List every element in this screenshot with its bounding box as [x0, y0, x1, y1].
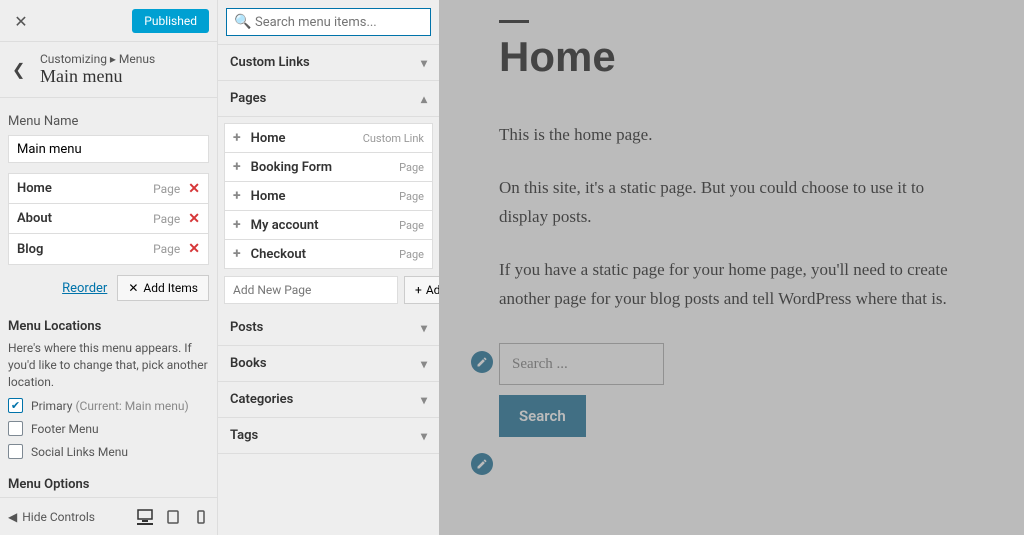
page-title: Main menu [40, 66, 205, 87]
accordion-label: Posts [230, 320, 263, 335]
accordion-label: Categories [230, 392, 293, 407]
page-item-type: Custom Link [363, 132, 424, 145]
hide-controls-button[interactable]: ◀ Hide Controls [8, 510, 95, 524]
remove-icon[interactable]: ✕ [188, 241, 200, 257]
hide-controls-label: Hide Controls [22, 510, 95, 524]
reorder-link[interactable]: Reorder [62, 281, 107, 296]
menu-item-type: Page [153, 242, 180, 256]
chevron-down-icon: ▾ [421, 429, 427, 443]
page-item-type: Page [399, 190, 424, 203]
remove-icon[interactable]: ✕ [188, 211, 200, 227]
close-icon: ✕ [128, 281, 138, 295]
plus-icon: + [233, 130, 241, 146]
page-item-type: Page [399, 248, 424, 261]
back-chevron-icon[interactable]: ❮ [12, 60, 40, 79]
page-item-label: Home [251, 131, 363, 146]
search-icon: 🔍 [234, 14, 251, 30]
plus-icon: + [233, 246, 241, 262]
breadcrumb: Customizing ▸ Menus [40, 52, 205, 66]
accordion-books[interactable]: Books ▾ [218, 346, 439, 382]
location-note: (Current: Main menu) [75, 399, 188, 413]
page-item-label: Checkout [251, 247, 399, 262]
location-label: Social Links Menu [31, 445, 128, 459]
checkbox-icon[interactable] [8, 444, 23, 459]
page-item-label: Home [251, 189, 399, 204]
menu-item[interactable]: About Page ✕ [9, 204, 208, 234]
page-item[interactable]: + HomePage [224, 181, 433, 211]
menu-item-label: About [17, 211, 153, 226]
chevron-down-icon: ▾ [421, 321, 427, 335]
chevron-down-icon: ▾ [421, 357, 427, 371]
add-items-label: Add Items [143, 281, 198, 295]
menu-item-type: Page [153, 212, 180, 226]
checkbox-icon[interactable]: ✔ [8, 398, 23, 413]
page-item[interactable]: + CheckoutPage [224, 239, 433, 269]
accordion-tags[interactable]: Tags ▾ [218, 418, 439, 454]
location-option-social[interactable]: Social Links Menu [8, 444, 209, 459]
menu-locations-heading: Menu Locations [8, 319, 209, 334]
search-input[interactable] [226, 8, 431, 36]
desktop-icon[interactable] [137, 509, 153, 525]
page-item[interactable]: + My accountPage [224, 210, 433, 240]
page-item[interactable]: + HomeCustom Link [224, 123, 433, 153]
site-preview: Home This is the home page. On this site… [439, 0, 1024, 535]
preview-overlay [439, 0, 1024, 535]
location-option-footer[interactable]: Footer Menu [8, 421, 209, 436]
accordion-label: Pages [230, 91, 266, 106]
menu-item-type: Page [153, 182, 180, 196]
accordion-posts[interactable]: Posts ▾ [218, 310, 439, 346]
plus-icon: + [415, 283, 422, 297]
collapse-icon: ◀ [8, 510, 17, 524]
accordion-label: Tags [230, 428, 258, 443]
checkbox-icon[interactable] [8, 421, 23, 436]
accordion-custom-links[interactable]: Custom Links ▾ [218, 45, 439, 81]
remove-icon[interactable]: ✕ [188, 181, 200, 197]
accordion-label: Books [230, 356, 267, 371]
page-item[interactable]: + Booking FormPage [224, 152, 433, 182]
menu-options-heading: Menu Options [8, 477, 209, 492]
tablet-icon[interactable] [165, 509, 181, 525]
menu-locations-desc: Here's where this menu appears. If you'd… [8, 340, 209, 390]
published-button[interactable]: Published [132, 9, 209, 33]
menu-item-label: Home [17, 181, 153, 196]
plus-icon: + [233, 159, 241, 175]
accordion-label: Custom Links [230, 55, 310, 70]
location-label: Footer Menu [31, 422, 99, 436]
menu-item-label: Blog [17, 242, 153, 257]
menu-item[interactable]: Blog Page ✕ [9, 234, 208, 264]
add-new-page-input[interactable] [224, 276, 398, 304]
location-label: Primary [31, 399, 72, 413]
pages-panel: +HomeCustom Link +Booking FormPage +Home… [218, 117, 439, 310]
menu-name-label: Menu Name [8, 114, 209, 129]
chevron-up-icon: ▴ [421, 92, 427, 106]
mobile-icon[interactable] [193, 509, 209, 525]
close-button[interactable]: ✕ [0, 0, 42, 42]
location-option-primary[interactable]: ✔ Primary (Current: Main menu) [8, 398, 209, 413]
plus-icon: + [233, 217, 241, 233]
plus-icon: + [233, 188, 241, 204]
chevron-down-icon: ▾ [421, 393, 427, 407]
accordion-pages[interactable]: Pages ▴ [218, 81, 439, 117]
chevron-down-icon: ▾ [421, 56, 427, 70]
menu-item[interactable]: Home Page ✕ [9, 174, 208, 204]
menu-name-input[interactable] [8, 135, 209, 163]
accordion-categories[interactable]: Categories ▾ [218, 382, 439, 418]
page-item-label: My account [251, 218, 399, 233]
page-item-type: Page [399, 161, 424, 174]
page-item-type: Page [399, 219, 424, 232]
add-items-button[interactable]: ✕ Add Items [117, 275, 209, 301]
page-item-label: Booking Form [251, 160, 399, 175]
menu-items-list: Home Page ✕ About Page ✕ Blog Page ✕ [8, 173, 209, 265]
